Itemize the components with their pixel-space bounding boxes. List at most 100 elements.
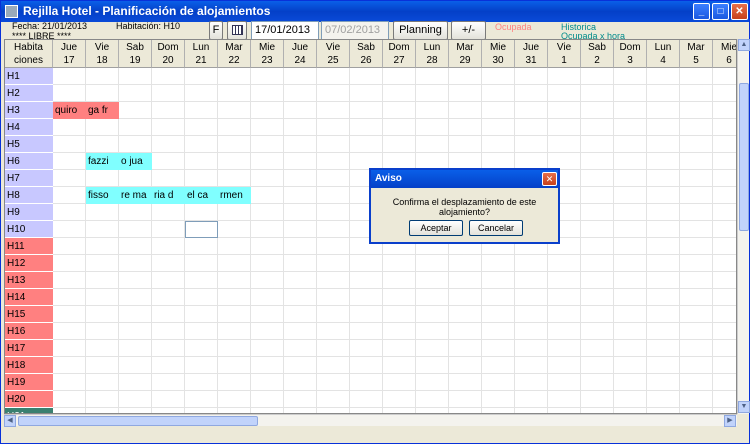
grid-cell[interactable] <box>614 204 647 221</box>
grid-cell[interactable] <box>317 289 350 306</box>
grid-cell[interactable] <box>251 306 284 323</box>
grid-cell[interactable] <box>218 272 251 289</box>
grid-cell[interactable] <box>713 102 736 119</box>
grid-cell[interactable] <box>416 323 449 340</box>
grid-cell[interactable] <box>383 255 416 272</box>
grid-cell[interactable] <box>449 357 482 374</box>
room-label[interactable]: H11 <box>5 238 53 255</box>
grid-cell[interactable] <box>680 85 713 102</box>
grid-cell[interactable] <box>317 102 350 119</box>
grid-cell[interactable] <box>581 340 614 357</box>
grid-cell[interactable] <box>218 204 251 221</box>
grid-cell[interactable] <box>152 238 185 255</box>
grid-cell[interactable] <box>482 119 515 136</box>
grid-cell[interactable] <box>581 306 614 323</box>
grid-cell[interactable] <box>713 272 736 289</box>
room-label[interactable]: H6 <box>5 153 53 170</box>
grid-cell[interactable] <box>317 221 350 238</box>
f-button[interactable]: F <box>209 21 223 40</box>
grid-cell[interactable] <box>680 170 713 187</box>
grid-cell[interactable] <box>317 255 350 272</box>
grid-cell[interactable] <box>713 187 736 204</box>
grid-cell[interactable] <box>614 272 647 289</box>
grid-cell[interactable] <box>614 221 647 238</box>
grid-cell[interactable] <box>317 204 350 221</box>
grid-cell[interactable] <box>647 102 680 119</box>
grid-cell[interactable] <box>86 170 119 187</box>
grid-cell[interactable] <box>548 340 581 357</box>
grid-cell[interactable] <box>185 272 218 289</box>
grid-cell[interactable] <box>284 153 317 170</box>
grid-cell[interactable] <box>350 136 383 153</box>
room-label[interactable]: H15 <box>5 306 53 323</box>
grid-cell[interactable] <box>680 153 713 170</box>
grid-cell[interactable] <box>119 357 152 374</box>
grid-cell[interactable] <box>713 289 736 306</box>
grid-cell[interactable] <box>86 255 119 272</box>
grid-cell[interactable] <box>350 68 383 85</box>
grid-cell[interactable] <box>647 391 680 408</box>
grid-cell[interactable] <box>284 374 317 391</box>
grid-cell[interactable] <box>218 85 251 102</box>
grid-cell[interactable] <box>647 289 680 306</box>
grid-cell[interactable] <box>416 391 449 408</box>
grid-cell[interactable] <box>350 272 383 289</box>
grid-cell[interactable] <box>383 306 416 323</box>
grid-cell[interactable] <box>416 136 449 153</box>
grid-cell[interactable] <box>548 68 581 85</box>
grid-cell[interactable] <box>482 374 515 391</box>
grid-cell[interactable] <box>185 238 218 255</box>
grid-cell[interactable] <box>152 204 185 221</box>
grid-cell[interactable] <box>449 85 482 102</box>
grid-cell[interactable] <box>152 357 185 374</box>
grid-cell[interactable] <box>416 374 449 391</box>
grid-cell[interactable] <box>152 289 185 306</box>
grid-cell[interactable] <box>53 272 86 289</box>
grid-cell[interactable] <box>185 102 218 119</box>
grid-cell[interactable] <box>482 255 515 272</box>
grid-cell[interactable] <box>251 221 284 238</box>
grid-cell[interactable] <box>713 85 736 102</box>
grid-cell[interactable] <box>647 238 680 255</box>
grid-cell[interactable] <box>647 85 680 102</box>
grid-cell[interactable] <box>218 153 251 170</box>
grid-cell[interactable] <box>185 136 218 153</box>
grid-cell[interactable] <box>416 306 449 323</box>
grid-cell[interactable] <box>350 289 383 306</box>
grid-cell[interactable] <box>251 85 284 102</box>
grid-cell[interactable] <box>614 153 647 170</box>
grid-cell[interactable] <box>119 272 152 289</box>
grid-cell[interactable] <box>152 272 185 289</box>
booking-block[interactable]: el ca <box>185 187 218 204</box>
grid-cell[interactable] <box>218 357 251 374</box>
grid-cell[interactable] <box>713 255 736 272</box>
grid-cell[interactable] <box>218 136 251 153</box>
grid-cell[interactable] <box>251 170 284 187</box>
grid-cell[interactable] <box>53 153 86 170</box>
grid-cell[interactable] <box>53 170 86 187</box>
grid-cell[interactable] <box>317 272 350 289</box>
grid-cell[interactable] <box>185 306 218 323</box>
accept-button[interactable]: Aceptar <box>409 220 463 236</box>
grid-cell[interactable] <box>119 289 152 306</box>
grid-cell[interactable] <box>284 272 317 289</box>
grid-cell[interactable] <box>647 68 680 85</box>
grid-cell[interactable] <box>185 374 218 391</box>
grid-cell[interactable] <box>350 323 383 340</box>
grid-cell[interactable] <box>482 323 515 340</box>
grid-cell[interactable] <box>680 102 713 119</box>
grid-cell[interactable] <box>713 221 736 238</box>
grid-cell[interactable] <box>515 306 548 323</box>
grid-cell[interactable] <box>581 68 614 85</box>
room-label[interactable]: H8 <box>5 187 53 204</box>
grid-cell[interactable] <box>152 306 185 323</box>
grid-cell[interactable] <box>581 221 614 238</box>
grid-cell[interactable] <box>317 340 350 357</box>
grid-cell[interactable] <box>581 85 614 102</box>
grid-cell[interactable] <box>53 221 86 238</box>
grid-cell[interactable] <box>647 272 680 289</box>
grid-cell[interactable] <box>317 323 350 340</box>
grid-cell[interactable] <box>581 289 614 306</box>
grid-cell[interactable] <box>284 306 317 323</box>
grid-cell[interactable] <box>119 221 152 238</box>
